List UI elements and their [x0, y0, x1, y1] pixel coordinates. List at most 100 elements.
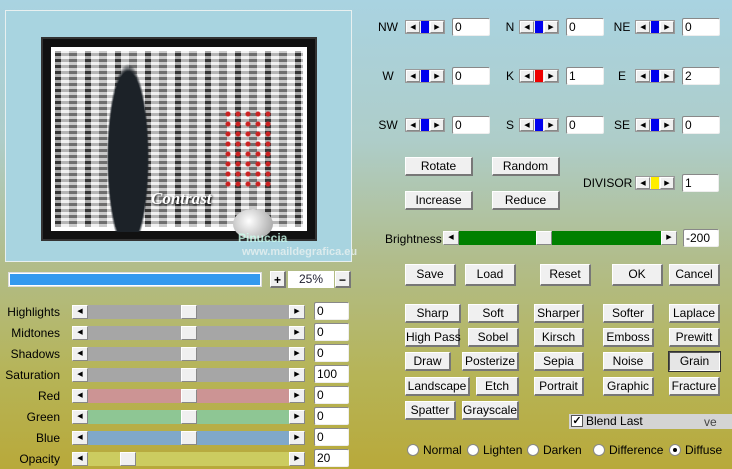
divisor-input[interactable]: 1 — [682, 174, 719, 192]
matrix-sw-thumb[interactable] — [421, 119, 429, 131]
matrix-sw-input[interactable]: 0 — [452, 116, 490, 134]
saturation-track[interactable] — [88, 368, 289, 382]
filter-sharp-button[interactable]: Sharp — [405, 304, 461, 323]
radio-circle-icon[interactable] — [467, 444, 479, 456]
arrow-left-icon[interactable]: ◀ — [520, 21, 534, 33]
arrow-left-icon[interactable]: ◀ — [72, 347, 88, 361]
matrix-e-input[interactable]: 2 — [682, 67, 720, 85]
arrow-right-icon[interactable]: ▶ — [544, 119, 558, 131]
brightness-input[interactable]: -200 — [683, 229, 719, 247]
increase-button[interactable]: Increase — [405, 191, 473, 210]
arrow-right-icon[interactable]: ▶ — [544, 21, 558, 33]
radio-circle-icon[interactable] — [593, 444, 605, 456]
arrow-left-icon[interactable]: ◀ — [636, 177, 650, 189]
arrow-left-icon[interactable]: ◀ — [72, 368, 88, 382]
matrix-k-thumb[interactable] — [535, 70, 543, 82]
midtones-track[interactable] — [88, 326, 289, 340]
red-track[interactable] — [88, 389, 289, 403]
matrix-ne-thumb[interactable] — [651, 21, 659, 33]
ok-button[interactable]: OK — [612, 264, 663, 286]
blue-thumb[interactable] — [180, 431, 197, 445]
saturation-input[interactable]: 100 — [314, 365, 349, 383]
green-input[interactable]: 0 — [314, 407, 349, 425]
filter-landscape-button[interactable]: Landscape — [405, 377, 470, 396]
arrow-right-icon[interactable]: ▶ — [544, 70, 558, 82]
arrow-right-icon[interactable]: ▶ — [289, 305, 305, 319]
radio-circle-icon[interactable] — [527, 444, 539, 456]
matrix-n-spinner[interactable]: ◀ ▶ — [519, 20, 559, 34]
arrow-right-icon[interactable]: ▶ — [289, 431, 305, 445]
filter-kirsch-button[interactable]: Kirsch — [534, 328, 584, 347]
filter-laplace-button[interactable]: Laplace — [669, 304, 720, 323]
random-button[interactable]: Random — [492, 157, 560, 176]
matrix-ne-input[interactable]: 0 — [682, 18, 720, 36]
matrix-w-input[interactable]: 0 — [452, 67, 490, 85]
matrix-nw-spinner[interactable]: ◀ ▶ — [405, 20, 445, 34]
filter-portrait-button[interactable]: Portrait — [534, 377, 584, 396]
filter-etch-button[interactable]: Etch — [476, 377, 519, 396]
arrow-right-icon[interactable]: ▶ — [660, 177, 674, 189]
matrix-s-spinner[interactable]: ◀ ▶ — [519, 118, 559, 132]
matrix-ne-spinner[interactable]: ◀ ▶ — [635, 20, 675, 34]
arrow-right-icon[interactable]: ▶ — [430, 21, 444, 33]
saturation-thumb[interactable] — [180, 368, 197, 382]
saturation-slider[interactable]: ◀ ▶ — [72, 368, 305, 382]
divisor-spinner[interactable]: ◀ ▶ — [635, 176, 675, 190]
filter-spatter-button[interactable]: Spatter — [405, 401, 456, 420]
arrow-left-icon[interactable]: ◀ — [406, 21, 420, 33]
arrow-right-icon[interactable]: ▶ — [660, 70, 674, 82]
matrix-nw-thumb[interactable] — [421, 21, 429, 33]
filter-sepia-button[interactable]: Sepia — [534, 352, 584, 371]
blue-track[interactable] — [88, 431, 289, 445]
green-slider[interactable]: ◀ ▶ — [72, 410, 305, 424]
arrow-left-icon[interactable]: ◀ — [520, 119, 534, 131]
arrow-right-icon[interactable]: ▶ — [660, 21, 674, 33]
arrow-left-icon[interactable]: ◀ — [406, 119, 420, 131]
arrow-right-icon[interactable]: ▶ — [289, 347, 305, 361]
filter-fracture-button[interactable]: Fracture — [669, 377, 720, 396]
shadows-input[interactable]: 0 — [314, 344, 349, 362]
matrix-se-thumb[interactable] — [651, 119, 659, 131]
cancel-button[interactable]: Cancel — [669, 264, 720, 286]
filter-prewitt-button[interactable]: Prewitt — [669, 328, 720, 347]
save-button[interactable]: Save — [405, 264, 456, 286]
arrow-left-icon[interactable]: ◀ — [636, 119, 650, 131]
shadows-thumb[interactable] — [180, 347, 197, 361]
arrow-right-icon[interactable]: ▶ — [660, 119, 674, 131]
filter-emboss-button[interactable]: Emboss — [603, 328, 654, 347]
brightness-thumb[interactable] — [535, 231, 552, 245]
red-slider[interactable]: ◀ ▶ — [72, 389, 305, 403]
blend-mode-diffuse-radio[interactable]: Diffuse — [669, 443, 722, 457]
reset-button[interactable]: Reset — [540, 264, 591, 286]
matrix-k-spinner[interactable]: ◀ ▶ — [519, 69, 559, 83]
radio-circle-icon[interactable] — [669, 444, 681, 456]
filter-softer-button[interactable]: Softer — [603, 304, 654, 323]
opacity-slider[interactable]: ◀ ▶ — [72, 452, 305, 466]
matrix-n-thumb[interactable] — [535, 21, 543, 33]
matrix-n-input[interactable]: 0 — [566, 18, 604, 36]
matrix-w-spinner[interactable]: ◀ ▶ — [405, 69, 445, 83]
blue-input[interactable]: 0 — [314, 428, 349, 446]
brightness-slider[interactable]: ◀ ▶ — [443, 231, 677, 245]
radio-circle-icon[interactable] — [407, 444, 419, 456]
blend-mode-darken-radio[interactable]: Darken — [527, 443, 582, 457]
matrix-se-spinner[interactable]: ◀ ▶ — [635, 118, 675, 132]
opacity-track[interactable] — [88, 452, 289, 466]
blend-mode-lighten-radio[interactable]: Lighten — [467, 443, 522, 457]
matrix-k-input[interactable]: 1 — [566, 67, 604, 85]
shadows-track[interactable] — [88, 347, 289, 361]
highlights-track[interactable] — [88, 305, 289, 319]
highlights-thumb[interactable] — [180, 305, 197, 319]
filter-graphic-button[interactable]: Graphic — [603, 377, 654, 396]
arrow-right-icon[interactable]: ▶ — [289, 452, 305, 466]
arrow-left-icon[interactable]: ◀ — [72, 431, 88, 445]
matrix-w-thumb[interactable] — [421, 70, 429, 82]
matrix-s-thumb[interactable] — [535, 119, 543, 131]
arrow-left-icon[interactable]: ◀ — [72, 389, 88, 403]
filter-draw-button[interactable]: Draw — [405, 352, 451, 371]
green-track[interactable] — [88, 410, 289, 424]
blue-slider[interactable]: ◀ ▶ — [72, 431, 305, 445]
divisor-thumb[interactable] — [651, 177, 659, 189]
blend-last-checkbox[interactable]: ✓ — [571, 415, 583, 427]
filter-soft-button[interactable]: Soft — [468, 304, 519, 323]
